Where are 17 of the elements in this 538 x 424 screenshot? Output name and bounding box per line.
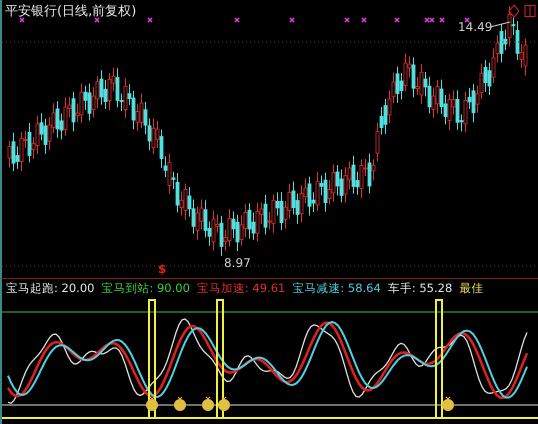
leader-line [490, 22, 510, 28]
indicator-legend-item: 最佳 [459, 281, 484, 296]
high-price-label: 14.49 [458, 20, 492, 34]
indicator-legend-item: 宝马减速: 58.64 [292, 281, 381, 296]
chart-title: 平安银行(日线,前复权) [5, 3, 136, 20]
indicator-legend-item: 宝马起跑: 20.00 [6, 281, 94, 296]
money-bag-icon [146, 396, 158, 411]
indicator-legend-item: 宝马加速: 49.61 [196, 281, 286, 296]
indicator-legend-item: 车手: 55.28 [388, 281, 452, 296]
money-bag-icon [202, 396, 214, 411]
money-bag-icon [218, 396, 230, 411]
money-bag-icon [442, 396, 454, 411]
money-bag-icon [174, 396, 186, 411]
low-price-label: 8.97 [224, 256, 251, 270]
corner-icons-drawing [508, 4, 536, 18]
indicator-legend-item: 宝马到站: 90.00 [101, 281, 190, 296]
signal-mark: $ [158, 262, 166, 276]
